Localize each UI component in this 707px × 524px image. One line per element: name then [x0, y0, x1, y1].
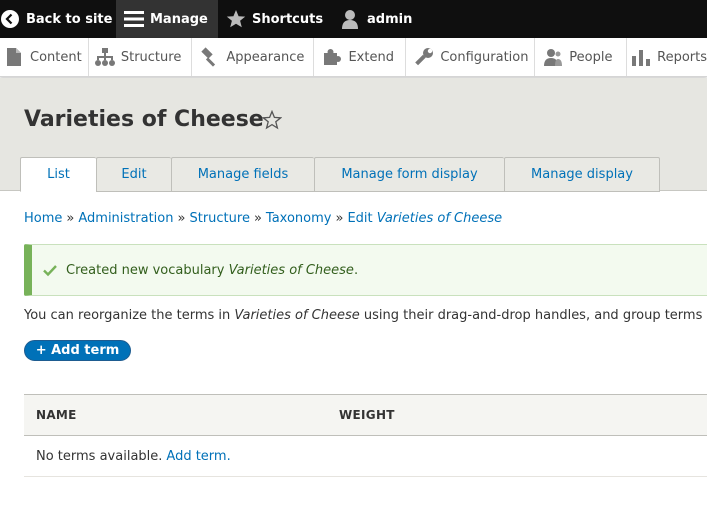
puzzle-icon [322, 47, 342, 67]
star-icon [226, 8, 246, 30]
page-title: Varieties of Cheese [24, 107, 264, 132]
breadcrumb-separator: » [335, 211, 344, 226]
tray-item-extend-label: Extend [348, 49, 394, 65]
manage-tab[interactable]: Manage [116, 0, 218, 38]
breadcrumb-taxonomy-link[interactable]: Taxonomy [266, 211, 332, 226]
tray-item-structure-label: Structure [120, 49, 182, 65]
back-to-site-link[interactable]: Back to site [0, 0, 116, 38]
tab-list[interactable]: List [20, 157, 96, 192]
status-prefix: Created new vocabulary [66, 262, 225, 278]
tray-item-people[interactable]: People [535, 38, 628, 76]
manage-label: Manage [150, 11, 208, 27]
tray-item-extend[interactable]: Extend [314, 38, 407, 76]
back-to-site-label: Back to site [26, 11, 113, 27]
people-icon [543, 47, 563, 67]
breadcrumb-separator: » [66, 211, 75, 226]
hamburger-icon [124, 8, 144, 30]
sitemap-icon [94, 47, 115, 67]
help-prefix: You can reorganize the terms in [24, 308, 231, 323]
admin-tray: Content Structure Appearance Extend Conf… [0, 38, 707, 77]
tab-manage-fields[interactable]: Manage fields [171, 157, 314, 192]
tab-manage-display[interactable]: Manage display [504, 157, 660, 192]
user-icon [339, 8, 361, 30]
breadcrumb-separator: » [177, 211, 186, 226]
tray-item-configuration[interactable]: Configuration [406, 38, 536, 76]
paintbrush-icon [200, 47, 220, 67]
tray-item-content-label: Content [30, 49, 82, 65]
breadcrumb-edit-prefix: Edit [347, 211, 373, 226]
shortcuts-tab[interactable]: Shortcuts [218, 0, 329, 38]
help-text: You can reorganize the terms in Varietie… [24, 308, 707, 323]
checkmark-icon [42, 262, 58, 278]
empty-text: No terms available. [36, 448, 163, 464]
back-arrow-icon [0, 8, 20, 30]
breadcrumb: Home» Administration» Structure» Taxonomy» E… [24, 211, 502, 226]
empty-add-term-link[interactable]: Add term. [166, 449, 230, 464]
status-vocabulary-name: Varieties of Cheese [228, 262, 354, 278]
help-vocabulary-name: Varieties of Cheese [234, 308, 360, 323]
tray-item-appearance[interactable]: Appearance [192, 38, 315, 76]
document-icon [4, 47, 24, 67]
wrench-icon [414, 47, 434, 67]
bar-chart-icon [631, 47, 651, 67]
status-suffix: . [353, 262, 359, 278]
column-header-name: NAME [36, 408, 77, 422]
tray-item-structure[interactable]: Structure [89, 38, 193, 76]
tab-edit[interactable]: Edit [96, 157, 171, 192]
table-header: NAME WEIGHT [24, 394, 707, 436]
column-header-weight: WEIGHT [339, 408, 395, 422]
add-shortcut-star-icon[interactable] [261, 109, 283, 130]
tray-item-content[interactable]: Content [0, 38, 89, 76]
add-term-button[interactable]: + Add term [24, 340, 131, 361]
page-header: Varieties of Cheese List Edit Manage fie… [0, 78, 707, 192]
breadcrumb-structure-link[interactable]: Structure [189, 211, 249, 226]
tab-manage-form-display[interactable]: Manage form display [314, 157, 504, 192]
breadcrumb-home-link[interactable]: Home [24, 211, 62, 226]
primary-tabs: List Edit Manage fields Manage form disp… [20, 157, 660, 192]
shortcuts-label: Shortcuts [252, 11, 324, 27]
breadcrumb-separator: » [253, 211, 262, 226]
breadcrumb-edit-link[interactable]: Edit Varieties of Cheese [347, 211, 502, 226]
terms-table: NAME WEIGHT No terms available. Add term… [24, 394, 707, 477]
help-suffix: using their drag-and-drop handles, and g… [363, 308, 707, 323]
tray-item-configuration-label: Configuration [440, 49, 529, 65]
status-message: Created new vocabulary Varieties of Chee… [24, 244, 707, 296]
tray-item-appearance-label: Appearance [226, 49, 305, 65]
admin-toolbar: Back to site Manage Shortcuts admin [0, 0, 707, 38]
table-empty-row: No terms available. Add term. [24, 436, 707, 477]
tray-item-people-label: People [569, 49, 613, 65]
breadcrumb-administration-link[interactable]: Administration [78, 211, 173, 226]
user-label: admin [367, 11, 413, 27]
breadcrumb-edit-name: Varieties of Cheese [376, 211, 503, 226]
tray-item-reports[interactable]: Reports [627, 38, 707, 76]
tray-item-reports-label: Reports [657, 49, 707, 65]
user-tab[interactable]: admin [329, 0, 426, 38]
